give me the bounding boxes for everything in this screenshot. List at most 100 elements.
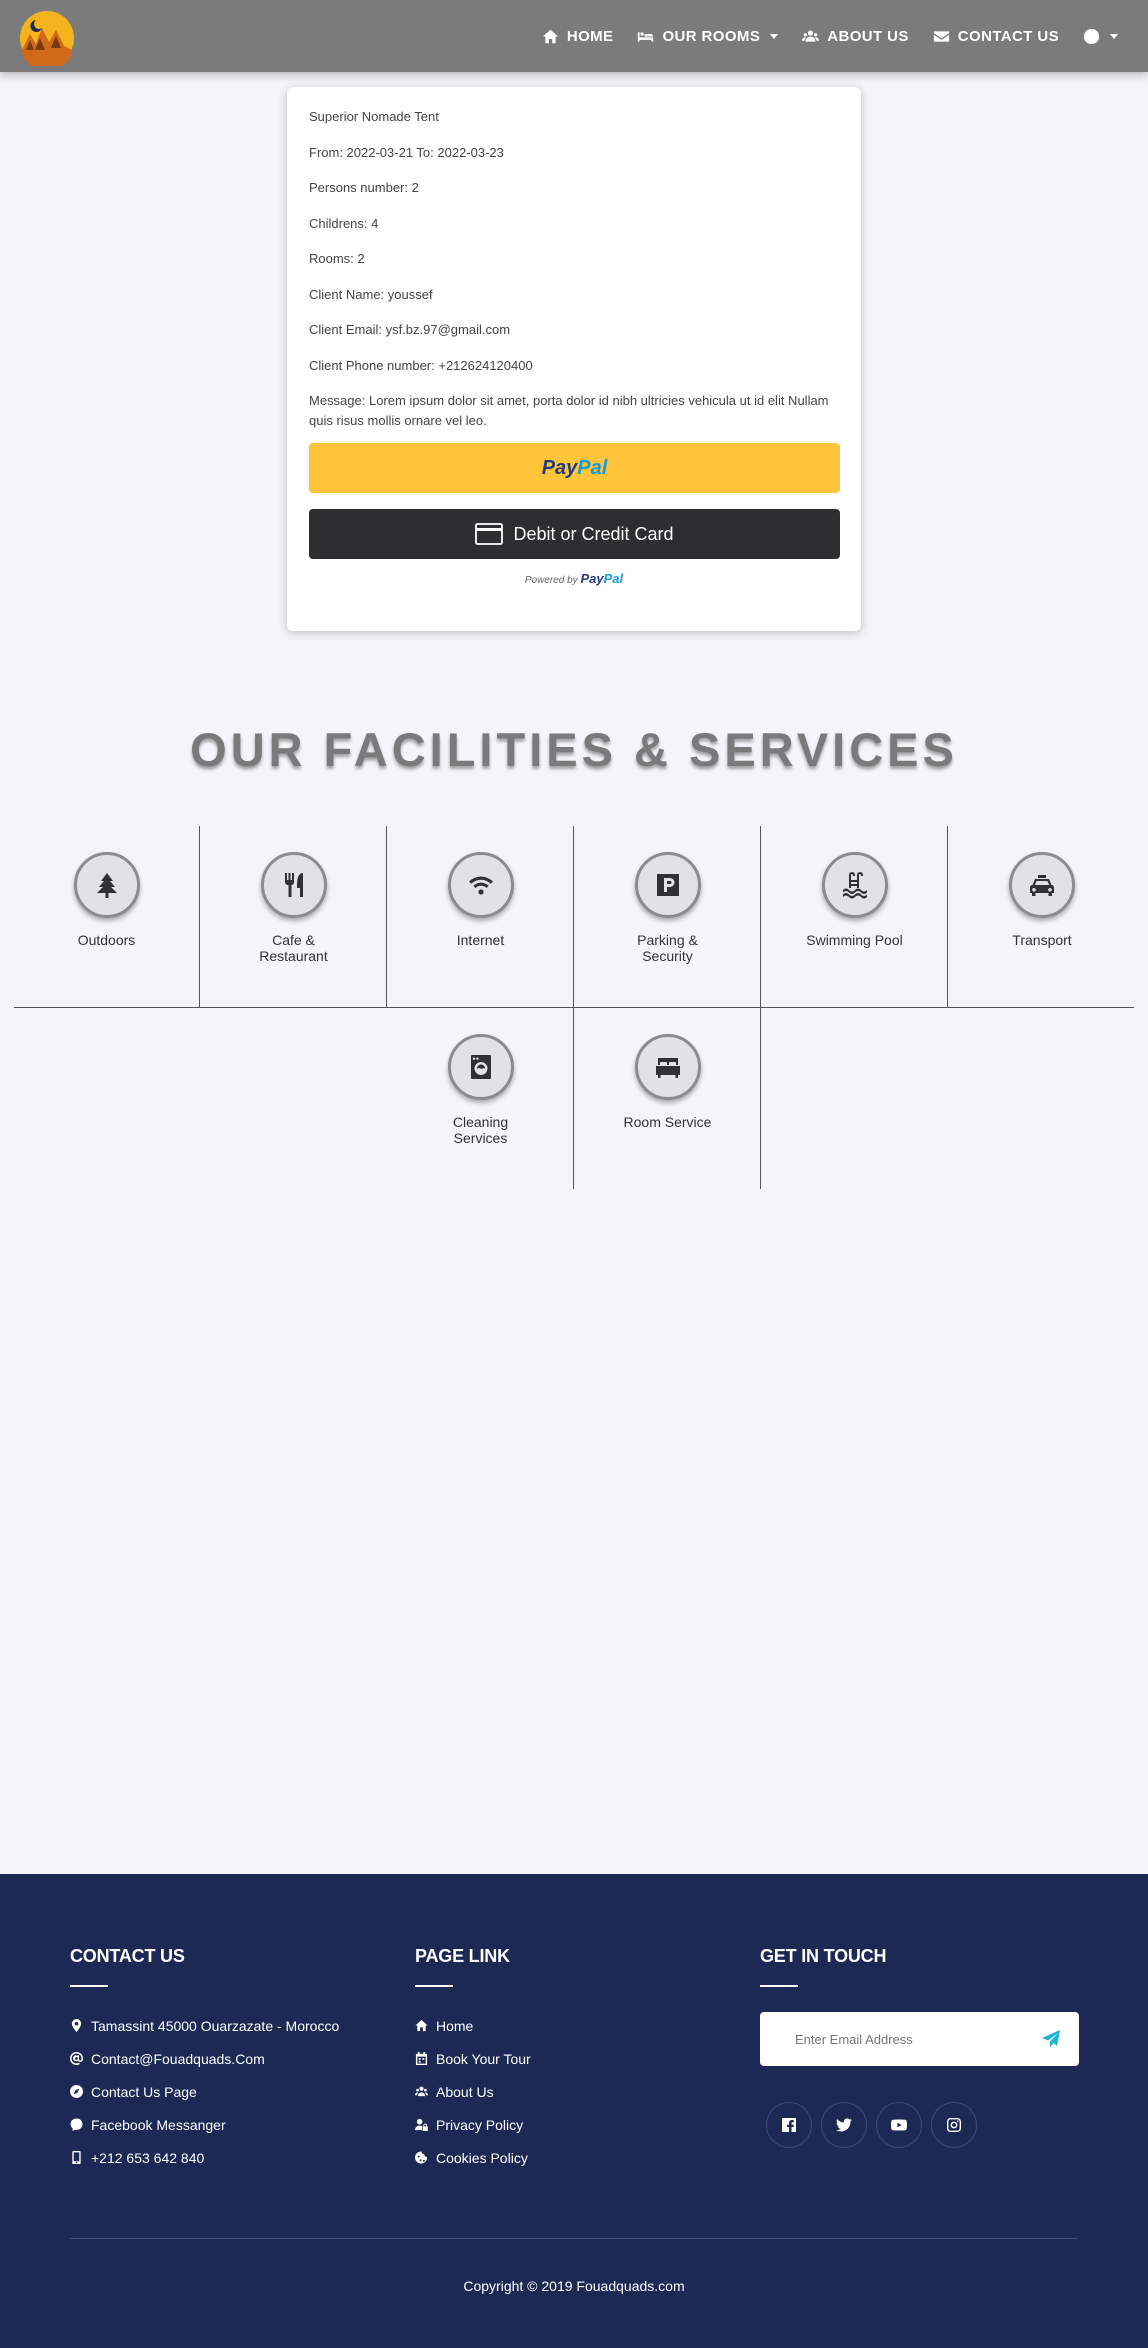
title-underline (760, 1985, 798, 1987)
nav-contact-us-label: CONTACT US (957, 27, 1059, 45)
footer-divider (70, 2238, 1078, 2239)
nav-contact-us[interactable]: CONTACT US (921, 28, 1071, 45)
booking-room: Superior Nomade Tent (309, 109, 439, 124)
facility-cleaning-services[interactable]: Cleaning Services (388, 1008, 574, 1189)
youtube-link[interactable] (876, 2102, 922, 2148)
facility-icon-circle (260, 852, 327, 918)
paypal-small-logo-pal: Pal (603, 571, 624, 586)
mobile-icon (72, 2151, 81, 2164)
bed-icon (655, 1058, 680, 1078)
facility-label: Cafe & Restaurant (259, 932, 328, 964)
footer-page-link-column: PAGE LINK Home Book Your Tour About Us P… (415, 1946, 531, 2174)
facility-label: Swimming Pool (806, 932, 903, 948)
booking-persons: Persons number: 2 (309, 180, 419, 195)
facilities-grid: Outdoors Cafe & Restaurant Internet Park… (14, 826, 1134, 1190)
debit-credit-card-button[interactable]: Debit or Credit Card (309, 509, 840, 559)
navbar: HOME OUR ROOMS ABOUT US CONTACT US (0, 0, 1148, 72)
footer-link-home[interactable]: Home (415, 2009, 531, 2042)
paypal-small-logo: PayPal (580, 571, 623, 586)
utensils-icon (284, 873, 303, 897)
credit-card-icon (475, 523, 504, 545)
calendar-icon (415, 2052, 428, 2065)
facebook-link[interactable] (766, 2102, 812, 2148)
twitter-link[interactable] (821, 2102, 867, 2148)
contact-phone[interactable]: +212 653 642 840 (70, 2141, 339, 2174)
facility-internet[interactable]: Internet (388, 826, 574, 1007)
facility-icon-circle (1009, 852, 1075, 918)
users-icon (415, 2086, 428, 2097)
facility-icon-circle (447, 852, 514, 918)
washing-machine-icon (470, 1055, 491, 1079)
footer-link-about-us-text: About Us (436, 2083, 494, 2100)
facilities-divider (14, 1007, 1134, 1008)
footer-link-cookies-policy-text: Cookies Policy (436, 2149, 528, 2166)
paypal-logo-pay: Pay (541, 456, 578, 479)
footer-link-about-us[interactable]: About Us (415, 2075, 531, 2108)
site-logo[interactable] (16, 10, 78, 66)
facility-label: Parking & Security (637, 932, 698, 964)
globe-icon (1083, 28, 1100, 44)
chevron-down-icon (1110, 33, 1118, 39)
swimming-pool-icon (842, 872, 867, 899)
newsletter-form (760, 2012, 1079, 2066)
footer-contact-title: CONTACT US (70, 1946, 185, 1966)
footer-link-cookies-policy[interactable]: Cookies Policy (415, 2141, 531, 2174)
facility-icon-circle (821, 852, 888, 918)
facilities-title: OUR FACILITIES & SERVICES (190, 723, 958, 776)
booking-dates: From: 2022-03-21 To: 2022-03-23 (309, 144, 504, 160)
facility-parking-security[interactable]: Parking & Security (575, 826, 761, 1007)
contact-address-text: Tamassint 45000 Ouarzazate - Morocco (91, 2017, 340, 2034)
debit-credit-card-label: Debit or Credit Card (513, 523, 674, 544)
newsletter-email-input[interactable] (795, 2031, 1015, 2047)
home-icon (542, 29, 558, 43)
paypal-logo-pal: Pal (577, 456, 608, 479)
instagram-link[interactable] (931, 2102, 977, 2148)
home-icon (415, 2019, 428, 2032)
contact-address[interactable]: Tamassint 45000 Ouarzazate - Morocco (70, 2009, 339, 2042)
nav-home-label: HOME (566, 27, 614, 45)
contact-email[interactable]: Contact@Fouadquads.Com (70, 2042, 339, 2075)
footer-link-book-tour[interactable]: Book Your Tour (415, 2042, 531, 2075)
footer-link-privacy-policy[interactable]: Privacy Policy (415, 2108, 531, 2141)
footer-contact-column: CONTACT US Tamassint 45000 Ouarzazate - … (70, 1946, 339, 2174)
contact-phone-text: +212 653 642 840 (91, 2149, 205, 2166)
social-links (766, 2102, 1079, 2148)
nav-language[interactable] (1071, 28, 1130, 45)
envelope-icon (933, 30, 949, 42)
nav-about-us[interactable]: ABOUT US (790, 28, 921, 45)
booking-message: Message: Lorem ipsum dolor sit amet, por… (309, 393, 829, 428)
nav-home[interactable]: HOME (530, 28, 626, 45)
facebook-icon (782, 2118, 796, 2132)
facility-outdoors[interactable]: Outdoors (14, 826, 200, 1007)
footer-page-link-title: PAGE LINK (415, 1946, 510, 1966)
facebook-messanger-link[interactable]: Facebook Messanger (70, 2108, 339, 2141)
booking-childrens: Childrens: 4 (309, 215, 379, 231)
facility-room-service[interactable]: Room Service (575, 1008, 761, 1189)
facility-icon-circle (634, 1034, 701, 1100)
facility-cafe-restaurant[interactable]: Cafe & Restaurant (201, 826, 387, 1007)
contact-us-page-link[interactable]: Contact Us Page (70, 2075, 339, 2108)
paper-plane-icon[interactable] (1041, 2029, 1061, 2049)
chevron-down-icon (770, 33, 779, 39)
nav-our-rooms[interactable]: OUR ROOMS (625, 28, 790, 45)
footer-get-in-touch-column: GET IN TOUCH (760, 1946, 1079, 2148)
facility-label: Outdoors (77, 932, 136, 948)
paypal-button[interactable]: PayPal (309, 443, 840, 493)
booking-client-email: Client Email: ysf.bz.97@gmail.com (309, 322, 511, 337)
instagram-icon (947, 2118, 961, 2132)
facility-swimming-pool[interactable]: Swimming Pool (762, 826, 948, 1007)
footer-link-home-text: Home (436, 2017, 474, 2034)
title-underline (70, 1985, 108, 1987)
copyright: Copyright © 2019 Fouadquads.com (463, 2278, 685, 2294)
map-marker-icon (71, 2019, 82, 2032)
facility-label: Internet (456, 932, 505, 948)
bed-icon (638, 31, 654, 42)
facility-icon-circle (73, 852, 140, 918)
youtube-icon (891, 2119, 907, 2131)
cookie-icon (415, 2151, 428, 2164)
facility-label: Room Service (623, 1114, 712, 1130)
paypal-logo: PayPal (542, 457, 608, 480)
messenger-icon (70, 2118, 83, 2131)
facility-transport[interactable]: Transport (949, 826, 1135, 1007)
wifi-icon (468, 876, 493, 895)
